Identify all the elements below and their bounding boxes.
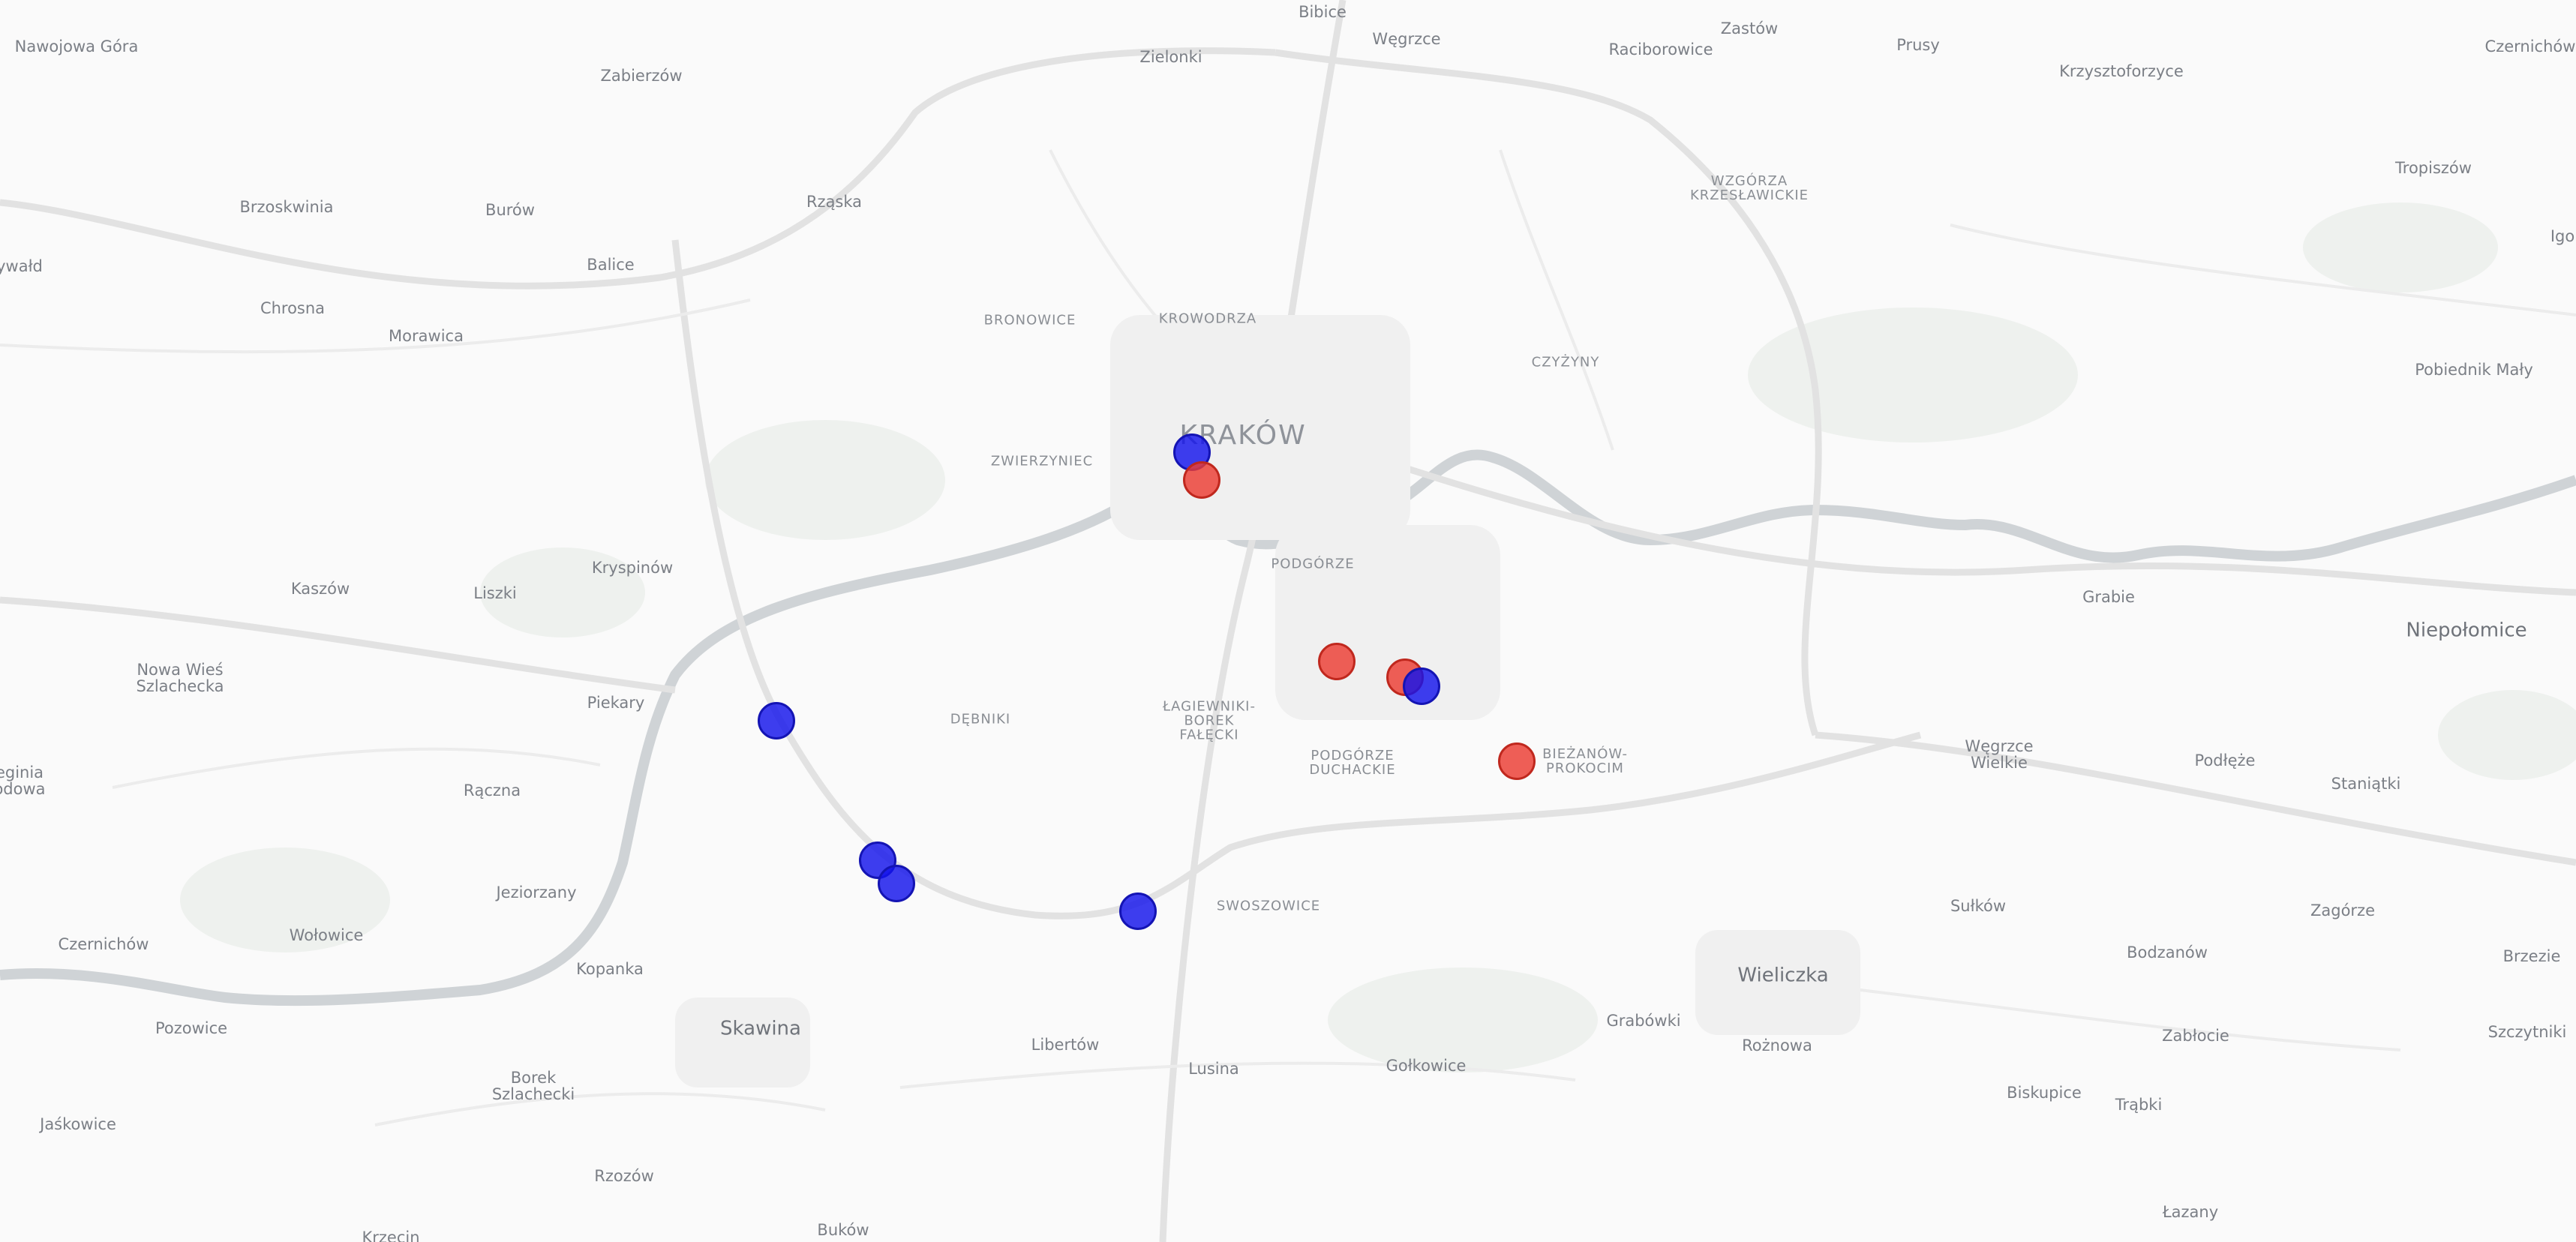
place-label-kopanka: Kopanka	[576, 959, 644, 978]
place-label-brzezie: Brzezie	[2502, 946, 2561, 965]
place-label-nawojowa-gora: Nawojowa Góra	[14, 37, 139, 56]
place-label-prusy: Prusy	[1896, 35, 1940, 54]
place-label-zielonki: Zielonki	[1139, 47, 1202, 66]
place-label-tropiszow: Tropiszów	[2395, 158, 2472, 177]
map-basemap	[0, 0, 2576, 1242]
map-marker-blue[interactable]	[878, 865, 915, 902]
place-label-czyzyny: CZYŻYNY	[1531, 354, 1600, 370]
place-label-jaskowice: Jaśkowice	[40, 1114, 116, 1133]
place-label-raciborowice: Raciborowice	[1608, 40, 1713, 58]
place-label-podleze: Podłęże	[2194, 751, 2256, 770]
place-label-bronowice: BRONOWICE	[983, 312, 1076, 328]
place-label-piekary: Piekary	[587, 693, 645, 712]
place-label-szczytniki: Szczytniki	[2487, 1022, 2567, 1041]
place-label-morawica: Morawica	[389, 326, 464, 345]
place-label-czernichow-ne: Czernichów	[2484, 37, 2576, 56]
place-label-ywald: ywałd	[0, 256, 43, 275]
place-label-wzgorza: WZGÓRZA KRZESŁAWICKIE	[1689, 173, 1809, 203]
place-label-igo: Igo	[2550, 226, 2575, 245]
place-label-sulkow: Sułków	[1950, 896, 2007, 915]
place-label-lusina: Lusina	[1188, 1059, 1239, 1078]
place-label-balice: Balice	[587, 255, 635, 274]
place-label-libertow: Libertów	[1031, 1035, 1100, 1054]
place-label-bodzanow: Bodzanów	[2127, 943, 2208, 962]
place-label-krowodrza: KROWODRZA	[1158, 310, 1257, 327]
map-marker-red[interactable]	[1183, 461, 1220, 499]
place-label-biskupice: Biskupice	[2007, 1083, 2082, 1102]
map-marker-red[interactable]	[1318, 643, 1356, 680]
place-label-grabowki: Grabówki	[1606, 1011, 1681, 1030]
place-label-biezanow: BIEŻANÓW- PROKOCIM	[1542, 746, 1628, 776]
place-label-pozowice: Pozowice	[155, 1018, 228, 1037]
map-marker-red[interactable]	[1498, 742, 1536, 780]
place-label-debniki: DĘBNIKI	[950, 711, 1011, 728]
place-label-zagorze: Zagórze	[2310, 901, 2376, 920]
place-label-golkowice: Gołkowice	[1386, 1056, 1467, 1075]
place-label-raczna: Rączna	[463, 781, 521, 800]
place-label-zablocie: Zabłocie	[2162, 1026, 2229, 1045]
place-label-nowa-wies: Nowa Wieś Szlachecka	[136, 660, 224, 695]
place-label-podgorze: PODGÓRZE	[1271, 556, 1355, 572]
place-label-rzaska: Rząska	[806, 192, 863, 211]
place-label-krzysztoforzyce: Krzysztoforzyce	[2059, 62, 2184, 80]
place-label-roznowa: Rożnowa	[1742, 1036, 1812, 1054]
place-label-skawina: Skawina	[720, 1017, 801, 1040]
map-marker-blue[interactable]	[758, 702, 795, 740]
place-label-liszki: Liszki	[473, 584, 517, 602]
map-marker-blue[interactable]	[1119, 892, 1157, 930]
place-label-bukow: Buków	[817, 1220, 869, 1239]
place-label-lagiewniki: ŁAGIEWNIKI- BOREK FAŁĘCKI	[1163, 698, 1256, 743]
place-label-wegrzce: Węgrzce	[1372, 29, 1441, 48]
place-label-grabie: Grabie	[2082, 587, 2135, 606]
place-label-burow: Burów	[485, 200, 535, 219]
place-label-swoszowice: SWOSZOWICE	[1216, 898, 1321, 914]
place-label-staniatki: Staniątki	[2331, 774, 2401, 793]
place-label-rzozow: Rzozów	[594, 1166, 654, 1185]
place-label-podgorze-duchackie: PODGÓRZE DUCHACKIE	[1309, 748, 1396, 778]
place-label-wegrzce-wielkie: Węgrzce Wielkie	[1965, 736, 2034, 772]
place-label-chrosna: Chrosna	[260, 298, 326, 317]
place-label-bibice: Bibice	[1299, 2, 1347, 21]
place-label-wolowice: Wołowice	[289, 926, 364, 944]
place-label-wieliczka: Wieliczka	[1737, 964, 1829, 987]
place-label-jeziorzany: Jeziorzany	[496, 883, 577, 902]
place-label-trabki: Trąbki	[2115, 1095, 2163, 1114]
place-label-lazany: Łazany	[2162, 1202, 2219, 1221]
place-label-pobiednik-maly: Pobiednik Mały	[2415, 360, 2533, 379]
place-label-zabierzow: Zabierzów	[600, 66, 683, 85]
place-label-krzecin: Krzęcin	[362, 1228, 420, 1242]
place-label-zwierzyniec: ZWIERZYNIEC	[990, 453, 1094, 470]
place-label-kryspinow: Kryspinów	[591, 558, 674, 577]
place-label-brzoskwinia: Brzoskwinia	[239, 197, 334, 216]
map-canvas[interactable]: Nawojowa Góra Zabierzów Bibice Węgrzce Z…	[0, 0, 2576, 1242]
map-marker-blue[interactable]	[1403, 668, 1440, 705]
place-label-kaszow: Kaszów	[290, 579, 350, 598]
place-label-czernichow-sw: Czernichów	[58, 934, 149, 953]
place-label-borek-szlachecki: Borek Szlachecki	[491, 1068, 575, 1103]
place-label-zastow: Zastów	[1720, 19, 1779, 38]
place-label-eginia: eginia odowa	[0, 763, 46, 798]
place-label-niepolomice: Niepołomice	[2406, 619, 2527, 642]
